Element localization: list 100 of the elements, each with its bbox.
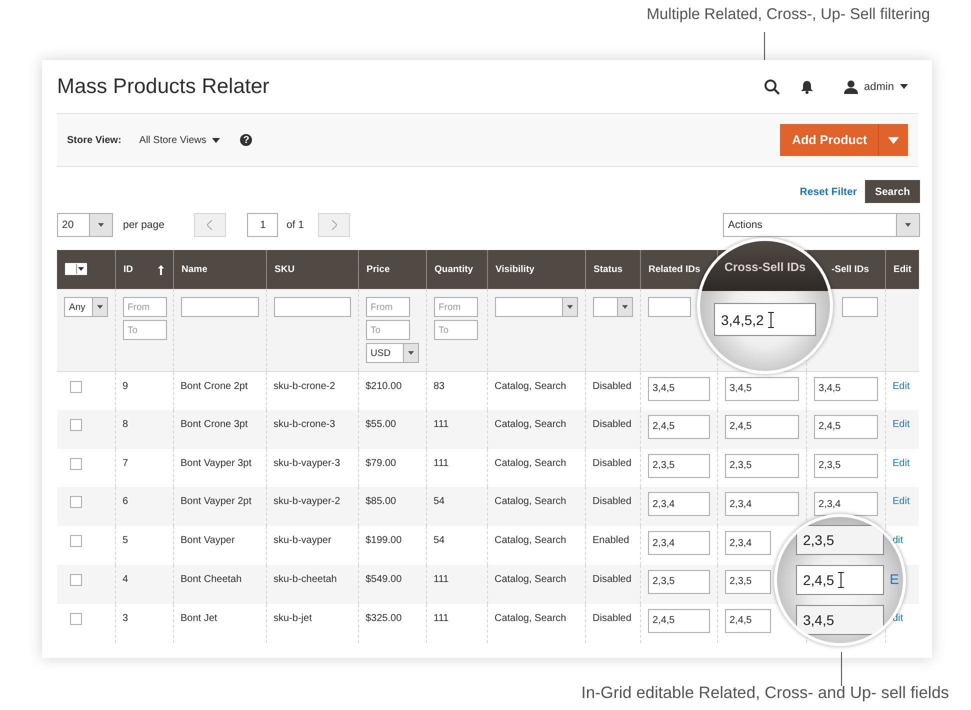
user-menu[interactable]: admin (834, 80, 908, 94)
caret-icon[interactable] (96, 305, 102, 309)
column-header[interactable]: -Sell IDs (832, 264, 869, 275)
filter-select[interactable]: Any (64, 297, 108, 317)
chevron-right-icon[interactable] (330, 220, 337, 230)
caret-icon[interactable] (78, 266, 84, 270)
id-input-field[interactable]: 2,3,5 (724, 454, 798, 478)
edit-link[interactable]: Edit (892, 418, 910, 430)
table-cell: Bont Vayper 3pt (180, 458, 252, 469)
id-input-field[interactable]: 3,4,5 (648, 376, 710, 400)
input-field[interactable]: 2,3,5 (796, 525, 884, 555)
caret-icon[interactable] (212, 138, 220, 142)
id-input-field[interactable]: 2,3,5 (724, 570, 770, 594)
table-cell: Disabled (592, 574, 632, 585)
id-input-field[interactable]: 2,3,4 (648, 492, 710, 516)
store-view-label: Store View: (67, 134, 122, 146)
id-input-field[interactable]: 2,4,5 (814, 414, 878, 439)
edit-link[interactable]: Edit (892, 496, 910, 508)
filter-field[interactable] (180, 297, 258, 317)
table-cell: 8 (122, 418, 128, 430)
search-icon[interactable] (764, 78, 780, 94)
table-cell: Disabled (592, 458, 632, 469)
table-cell: 111 (434, 612, 449, 624)
table-cell: Disabled (592, 496, 632, 508)
edit-link[interactable]: Edit (892, 458, 910, 469)
table-cell: Disabled (592, 418, 632, 430)
table-cell: Bont Jet (180, 612, 218, 624)
table-cell: Bont Crone 3pt (180, 418, 248, 430)
id-input-field[interactable]: 3,4,5 (814, 376, 878, 400)
row-checkbox[interactable] (70, 612, 82, 625)
caret-icon[interactable] (905, 223, 911, 227)
edit-link[interactable]: dit (892, 535, 904, 546)
page-number-field[interactable]: 1 (247, 213, 278, 237)
id-input-field[interactable]: 2,4,5 (648, 414, 710, 439)
id-input-field[interactable]: 2,4,5 (648, 608, 710, 633)
id-input-field[interactable]: 2,3,4 (724, 531, 770, 556)
column-header[interactable]: Edit (894, 264, 912, 275)
row-checkbox[interactable] (70, 574, 82, 586)
help-icon[interactable]: ? (240, 134, 252, 146)
chevron-left-icon[interactable] (207, 220, 214, 230)
id-input-field[interactable]: 2,3,4 (648, 531, 710, 556)
column-header[interactable]: ID (124, 264, 133, 275)
caret-icon[interactable] (408, 351, 414, 355)
user-icon[interactable] (844, 80, 858, 94)
table-cell: Catalog, Search (494, 496, 566, 508)
id-input-field[interactable]: 2,3,5 (648, 454, 710, 478)
per-page-select[interactable]: 20 (57, 213, 113, 237)
search-button[interactable]: Search (864, 180, 920, 203)
page-total-label: of 1 (286, 219, 304, 231)
id-input-field[interactable]: 3,4,5 (724, 376, 798, 400)
input-field[interactable]: 3,4,5 (796, 605, 884, 635)
id-input-field[interactable]: 2,4,5 (724, 414, 798, 439)
id-input-field[interactable]: 2,3,4 (724, 492, 798, 516)
row-checkbox[interactable] (70, 458, 82, 470)
per-page-label: per page (123, 219, 164, 231)
row-checkbox[interactable] (70, 535, 82, 548)
table-cell: Catalog, Search (494, 574, 566, 585)
caret-icon[interactable] (566, 305, 572, 309)
bell-icon[interactable] (801, 80, 814, 94)
edit-link[interactable]: Edit (892, 380, 910, 392)
column-header[interactable]: Quantity (434, 264, 474, 275)
store-view-dropdown[interactable]: All Store Views (139, 134, 220, 146)
actions-select[interactable]: Actions (723, 213, 920, 237)
reset-filter-link[interactable]: Reset Filter (800, 186, 857, 198)
table-cell: 54 (434, 535, 445, 546)
caret-icon[interactable] (622, 305, 628, 309)
id-input-field[interactable]: 2,4,5 (724, 608, 770, 633)
table-cell: $55.00 (366, 418, 396, 430)
table-cell: 9 (122, 380, 128, 392)
mass-select-checkbox[interactable] (65, 262, 87, 274)
table-cell: sku-b-jet (274, 612, 312, 624)
row-checkbox[interactable] (70, 380, 82, 392)
table-cell: Catalog, Search (494, 458, 566, 469)
column-header[interactable]: SKU (274, 264, 295, 275)
annotation-text: In-Grid editable Related, Cross- and Up- sell fields (581, 684, 949, 703)
column-header[interactable]: Visibility (496, 264, 534, 275)
sort-arrow-up-icon[interactable] (158, 265, 164, 275)
filter-field[interactable] (274, 297, 350, 317)
column-header[interactable]: Related IDs (648, 264, 700, 275)
table-cell: $199.00 (366, 535, 402, 546)
id-input-field[interactable]: 2,3,5 (814, 454, 878, 478)
text-cursor-icon[interactable] (838, 572, 844, 588)
column-header[interactable]: Name (182, 264, 208, 275)
caret-icon[interactable] (900, 84, 908, 89)
currency-select[interactable]: USD (366, 343, 418, 363)
row-checkbox[interactable] (70, 418, 82, 431)
input-field[interactable]: 3,4,5,2 (714, 303, 816, 336)
filter-field[interactable] (648, 297, 690, 317)
text-cursor-icon[interactable] (768, 312, 774, 328)
row-checkbox[interactable] (70, 496, 82, 508)
input-field[interactable]: 2,4,5 (796, 565, 884, 595)
caret-icon[interactable] (98, 223, 104, 227)
filter-field[interactable] (842, 297, 878, 317)
table-cell: 83 (434, 380, 445, 392)
column-header[interactable]: Status (594, 264, 623, 275)
column-header[interactable]: Price (366, 264, 390, 275)
id-input-field[interactable]: 2,3,5 (648, 570, 710, 594)
id-input-field[interactable]: 2,3,4 (814, 492, 878, 516)
table-cell: Enabled (592, 535, 630, 546)
annotation-text: Multiple Related, Cross-, Up- Sell filtering (646, 6, 930, 24)
